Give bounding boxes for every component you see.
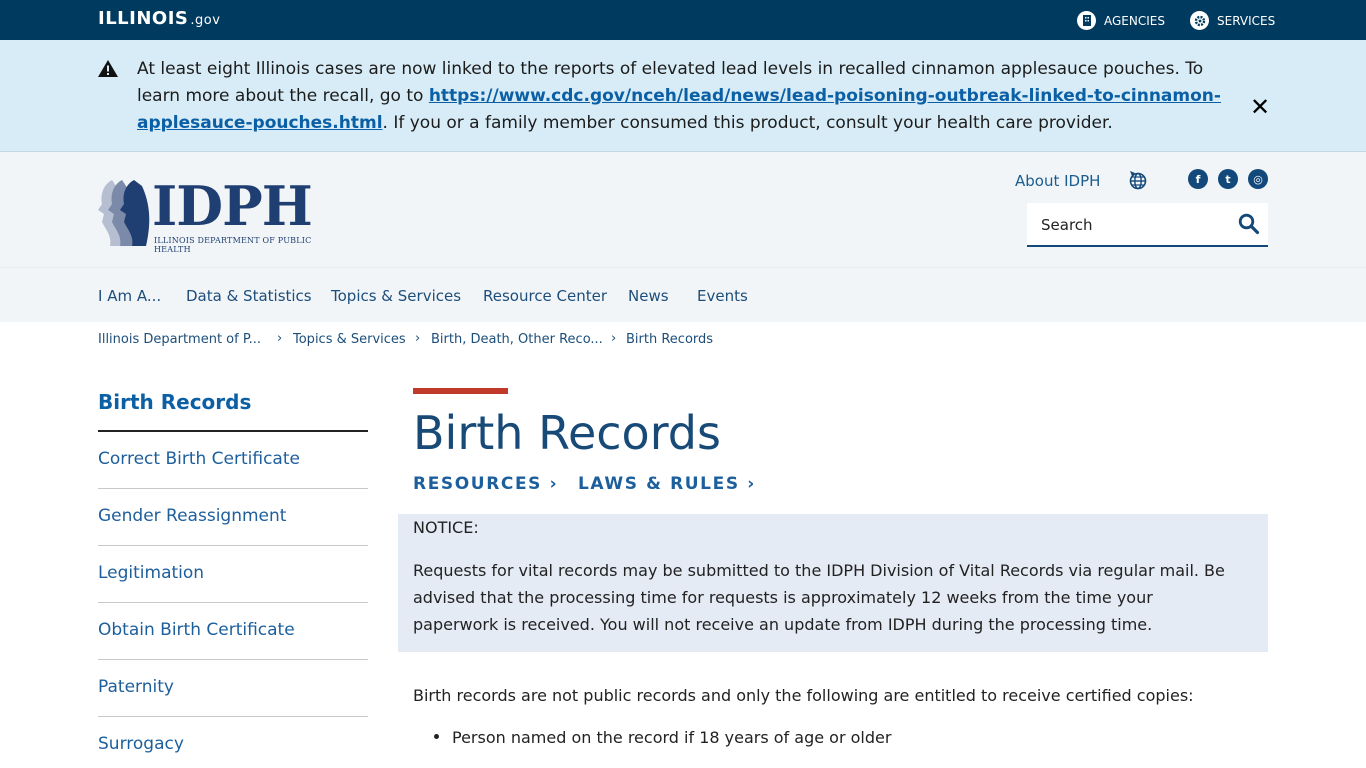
- resources-link[interactable]: RESOURCES ›: [413, 474, 558, 494]
- sidebar-divider: [98, 488, 368, 489]
- chevron-right-icon: ›: [611, 331, 617, 346]
- sidebar-item-correct-birth-certificate[interactable]: Correct Birth Certificate: [98, 449, 300, 469]
- page-title: Birth Records: [413, 406, 721, 460]
- profiles-logo-icon: [98, 180, 150, 246]
- resources-label: RESOURCES: [413, 474, 543, 494]
- idph-logo[interactable]: IDPH ILLINOIS DEPARTMENT OF PUBLIC HEALT…: [98, 174, 348, 254]
- site-header: IDPH ILLINOIS DEPARTMENT OF PUBLIC HEALT…: [0, 152, 1366, 267]
- sidebar-item-gender-reassignment[interactable]: Gender Reassignment: [98, 506, 286, 526]
- chevron-right-icon: ›: [415, 331, 421, 346]
- chevron-right-icon: ›: [277, 331, 283, 346]
- breadcrumb-item[interactable]: Topics & Services: [293, 332, 406, 347]
- illinois-logo-text: ILLINOIS: [98, 8, 189, 29]
- notice-body: Requests for vital records may be submit…: [413, 561, 1225, 634]
- nav-item-events[interactable]: Events: [697, 287, 748, 305]
- notice-box: NOTICE: Requests for vital records may b…: [398, 514, 1268, 652]
- alert-banner: At least eight Illinois cases are now li…: [0, 40, 1366, 152]
- idph-logo-subtitle: ILLINOIS DEPARTMENT OF PUBLIC HEALTH: [154, 236, 312, 254]
- eligibility-paragraph: Birth records are not public records and…: [413, 686, 1194, 705]
- instagram-icon[interactable]: ◎: [1248, 169, 1268, 189]
- services-link[interactable]: SERVICES: [1190, 11, 1275, 30]
- twitter-icon[interactable]: t: [1218, 169, 1238, 189]
- close-icon[interactable]: ✕: [1250, 95, 1270, 119]
- agencies-label: AGENCIES: [1104, 13, 1165, 28]
- facebook-icon[interactable]: f: [1188, 169, 1208, 189]
- sidebar-item-obtain-birth-certificate[interactable]: Obtain Birth Certificate: [98, 620, 295, 640]
- sidebar-item-surrogacy[interactable]: Surrogacy: [98, 734, 184, 754]
- title-accent-bar: [413, 388, 508, 394]
- main-nav: I Am A... Data & Statistics Topics & Ser…: [0, 267, 1366, 322]
- sidebar-divider: [98, 602, 368, 603]
- globe-icon[interactable]: [1128, 170, 1148, 194]
- illinois-gov-logo[interactable]: ILLINOIS .gov: [98, 8, 220, 29]
- breadcrumb-item[interactable]: Illinois Department of P...: [98, 332, 261, 347]
- list-item: Person named on the record if 18 years o…: [434, 726, 891, 750]
- breadcrumb-item[interactable]: Birth, Death, Other Reco...: [431, 332, 603, 347]
- nav-item-news[interactable]: News: [628, 287, 669, 305]
- nav-item-topics-services[interactable]: Topics & Services: [331, 287, 461, 305]
- alert-message: At least eight Illinois cases are now li…: [137, 56, 1242, 137]
- list-item-text: Person named on the record if 18 years o…: [452, 728, 892, 747]
- sidebar-title[interactable]: Birth Records: [98, 390, 251, 414]
- search-input[interactable]: [1041, 213, 1231, 237]
- idph-logo-text: IDPH: [152, 174, 313, 238]
- illinois-logo-suffix: .gov: [190, 13, 221, 28]
- alert-text-after: . If you or a family member consumed thi…: [382, 113, 1113, 133]
- sidebar-divider: [98, 430, 368, 432]
- search-form: [1027, 203, 1268, 247]
- about-idph-link[interactable]: About IDPH: [1015, 172, 1100, 190]
- laws-rules-link[interactable]: LAWS & RULES ›: [578, 474, 756, 494]
- sidebar-item-legitimation[interactable]: Legitimation: [98, 563, 204, 583]
- gear-icon: [1190, 11, 1209, 30]
- top-bar: ILLINOIS .gov AGENCIES SERVICES: [0, 0, 1366, 40]
- sidebar-divider: [98, 545, 368, 546]
- agencies-link[interactable]: AGENCIES: [1077, 11, 1165, 30]
- nav-item-resource-center[interactable]: Resource Center: [483, 287, 607, 305]
- bullet-icon: [434, 734, 439, 739]
- chevron-right-icon: ›: [747, 474, 756, 494]
- search-icon[interactable]: [1238, 213, 1260, 239]
- sidebar-divider: [98, 716, 368, 717]
- sidebar-item-paternity[interactable]: Paternity: [98, 677, 174, 697]
- sidebar-divider: [98, 659, 368, 660]
- services-label: SERVICES: [1217, 13, 1276, 28]
- breadcrumb-current: Birth Records: [626, 332, 714, 347]
- chevron-right-icon: ›: [549, 474, 559, 494]
- nav-item-data-statistics[interactable]: Data & Statistics: [186, 287, 312, 305]
- nav-item-i-am-a[interactable]: I Am A...: [98, 287, 161, 305]
- notice-heading: NOTICE:: [413, 518, 479, 537]
- building-icon: [1077, 11, 1096, 30]
- warning-icon: [97, 59, 119, 82]
- laws-rules-label: LAWS & RULES: [578, 474, 740, 494]
